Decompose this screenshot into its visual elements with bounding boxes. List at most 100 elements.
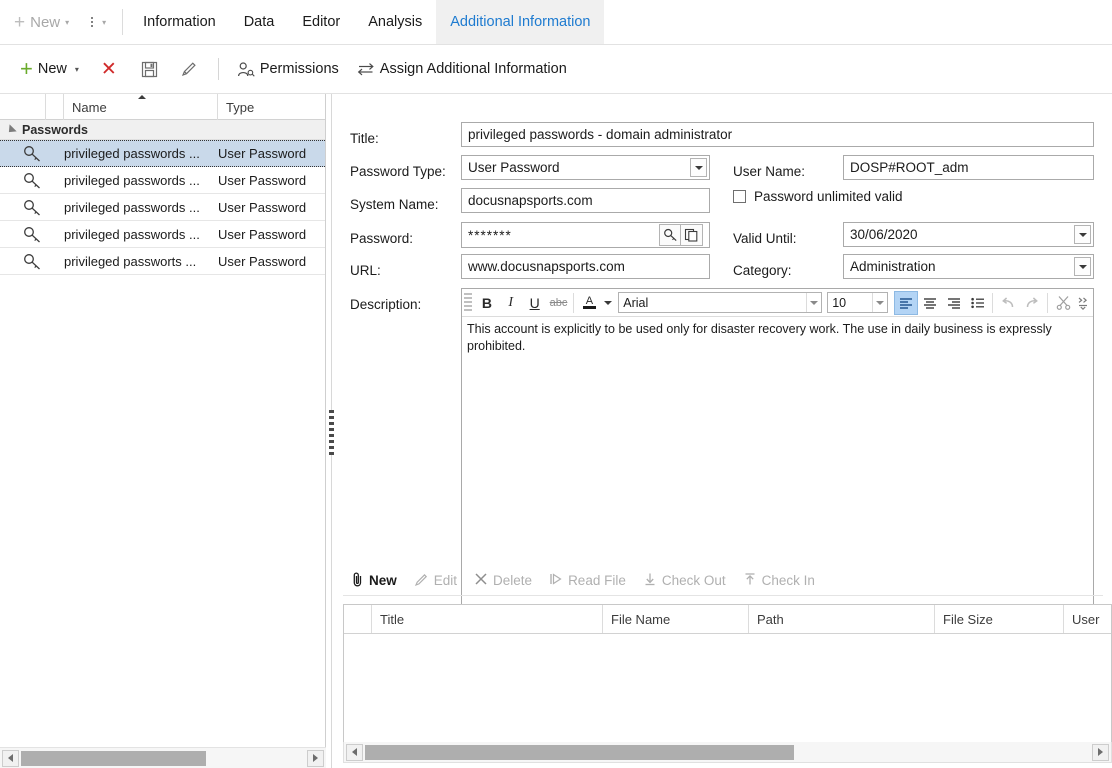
- font-name-select[interactable]: Arial: [618, 292, 823, 313]
- valid-until-input[interactable]: 30/06/2020: [843, 222, 1094, 247]
- attachment-col-path[interactable]: Path: [749, 605, 935, 633]
- tab-editor[interactable]: Editor: [288, 0, 354, 44]
- toolbar-overflow-icon[interactable]: [1075, 291, 1091, 315]
- password-type-select[interactable]: User Password: [461, 155, 710, 180]
- chevron-down-icon-password-type[interactable]: [690, 158, 707, 177]
- chevron-down-icon-category[interactable]: [1074, 257, 1091, 276]
- attachment-check-in-button[interactable]: Check In: [736, 569, 822, 592]
- password-value: *******: [468, 227, 512, 243]
- scroll-left-button-2[interactable]: [346, 743, 363, 761]
- delete-button[interactable]: ✕: [89, 56, 129, 83]
- reveal-password-key-icon[interactable]: [659, 224, 681, 246]
- overflow-menu-button[interactable]: ▾: [79, 0, 118, 44]
- chevron-down-icon-font-name[interactable]: [806, 293, 821, 312]
- grid-col-indicator[interactable]: [0, 94, 46, 120]
- global-new-button[interactable]: + New ▾: [0, 0, 79, 44]
- scroll-thumb[interactable]: [21, 750, 206, 766]
- scroll-right-button-2[interactable]: [1092, 743, 1109, 761]
- attachment-edit-button[interactable]: Edit: [407, 569, 464, 593]
- chevron-down-icon[interactable]: ▾: [65, 18, 69, 27]
- chevron-down-icon-font-color[interactable]: [601, 291, 614, 315]
- font-size-select[interactable]: 10: [827, 292, 888, 313]
- tab-additional-information[interactable]: Additional Information: [436, 0, 605, 44]
- scroll-right-button[interactable]: [307, 749, 324, 767]
- password-unlimited-valid-checkbox-row[interactable]: Password unlimited valid: [733, 189, 903, 204]
- arrow-down-icon: [643, 572, 657, 589]
- toolbar-grip[interactable]: [464, 292, 472, 313]
- assign-additional-information-label: Assign Additional Information: [379, 61, 567, 77]
- attachment-col-file-size[interactable]: File Size: [935, 605, 1064, 633]
- collapse-triangle-icon[interactable]: [5, 123, 17, 136]
- title-input[interactable]: privileged passwords - domain administra…: [461, 122, 1094, 147]
- font-color-button[interactable]: A: [577, 291, 601, 315]
- attachment-col-user[interactable]: User: [1064, 605, 1111, 633]
- tab-analysis[interactable]: Analysis: [354, 0, 436, 44]
- chevron-down-icon-font-size[interactable]: [871, 293, 887, 312]
- system-name-input[interactable]: docusnapsports.com: [461, 188, 710, 213]
- attachment-read-file-button[interactable]: Read File: [542, 569, 633, 592]
- description-text[interactable]: This account is explicitly to be used on…: [462, 317, 1093, 359]
- url-input[interactable]: www.docusnapsports.com: [461, 254, 710, 279]
- grid-col-icon[interactable]: [46, 94, 64, 120]
- align-right-button[interactable]: [942, 291, 966, 315]
- attachment-new-button[interactable]: New: [343, 568, 404, 593]
- scroll-thumb-2[interactable]: [365, 744, 794, 760]
- chevron-down-icon-valid-until[interactable]: [1074, 225, 1091, 244]
- key-icon: [0, 145, 64, 162]
- chevron-down-icon-2[interactable]: ▾: [102, 18, 106, 27]
- new-button[interactable]: + New ▾: [12, 54, 87, 84]
- chevron-down-icon-new[interactable]: ▾: [75, 65, 79, 74]
- cut-scissors-icon[interactable]: [1051, 291, 1075, 315]
- splitter-grip[interactable]: [329, 410, 334, 455]
- attachment-col-file-name[interactable]: File Name: [603, 605, 749, 633]
- copy-password-icon[interactable]: [681, 224, 703, 246]
- save-button[interactable]: [131, 57, 168, 82]
- attachment-check-out-button[interactable]: Check Out: [636, 569, 733, 592]
- underline-button[interactable]: U: [523, 291, 547, 315]
- bold-button[interactable]: B: [475, 291, 499, 315]
- sort-ascending-icon: [138, 95, 146, 99]
- edit-button[interactable]: [170, 56, 208, 82]
- category-select[interactable]: Administration: [843, 254, 1094, 279]
- scroll-track-2[interactable]: [365, 744, 1090, 760]
- bullet-list-button[interactable]: [966, 291, 990, 315]
- scroll-track[interactable]: [21, 750, 305, 766]
- tab-data[interactable]: Data: [230, 0, 289, 44]
- password-input[interactable]: *******: [461, 222, 710, 248]
- attachment-delete-button[interactable]: Delete: [467, 569, 539, 592]
- align-left-button[interactable]: [893, 290, 918, 315]
- scroll-left-button[interactable]: [2, 749, 19, 767]
- table-row[interactable]: privileged passworts ... User Password: [0, 248, 325, 275]
- left-horizontal-scrollbar[interactable]: [0, 747, 326, 768]
- table-row[interactable]: privileged passwords ... User Password: [0, 167, 325, 194]
- password-label: Password:: [350, 231, 414, 246]
- group-row-passwords[interactable]: Passwords: [0, 120, 325, 140]
- attachment-toolbar: New Edit Delete Read File Check Out Chec…: [343, 566, 1103, 596]
- undo-button[interactable]: [996, 291, 1020, 315]
- assign-additional-information-button[interactable]: Assign Additional Information: [349, 57, 575, 81]
- attachment-grid-body[interactable]: [344, 634, 1111, 739]
- row-type: User Password: [218, 253, 307, 269]
- tab-information[interactable]: Information: [129, 0, 230, 44]
- italic-button[interactable]: I: [499, 291, 523, 315]
- grid-col-type[interactable]: Type: [218, 94, 325, 120]
- user-name-input[interactable]: DOSP#ROOT_adm: [843, 155, 1094, 180]
- password-type-value: User Password: [468, 160, 560, 175]
- permissions-button[interactable]: Permissions: [229, 57, 347, 82]
- table-row[interactable]: privileged passwords ... User Password: [0, 140, 325, 167]
- plus-icon-green: +: [20, 56, 33, 81]
- table-row[interactable]: privileged passwords ... User Password: [0, 194, 325, 221]
- redo-button[interactable]: [1020, 291, 1044, 315]
- font-size-value: 10: [832, 295, 847, 310]
- attachment-col-indicator[interactable]: [344, 605, 372, 633]
- group-row-label: Passwords: [22, 122, 89, 137]
- pencil-icon: [414, 572, 429, 590]
- attachment-col-title[interactable]: Title: [372, 605, 603, 633]
- align-center-button[interactable]: [918, 291, 942, 315]
- table-row[interactable]: privileged passwords ... User Password: [0, 221, 325, 248]
- attachment-horizontal-scrollbar[interactable]: [343, 742, 1112, 763]
- close-icon: ✕: [100, 58, 117, 80]
- strikethrough-button[interactable]: abc: [547, 291, 571, 315]
- checkbox[interactable]: [733, 190, 746, 203]
- panel-splitter[interactable]: [326, 94, 337, 768]
